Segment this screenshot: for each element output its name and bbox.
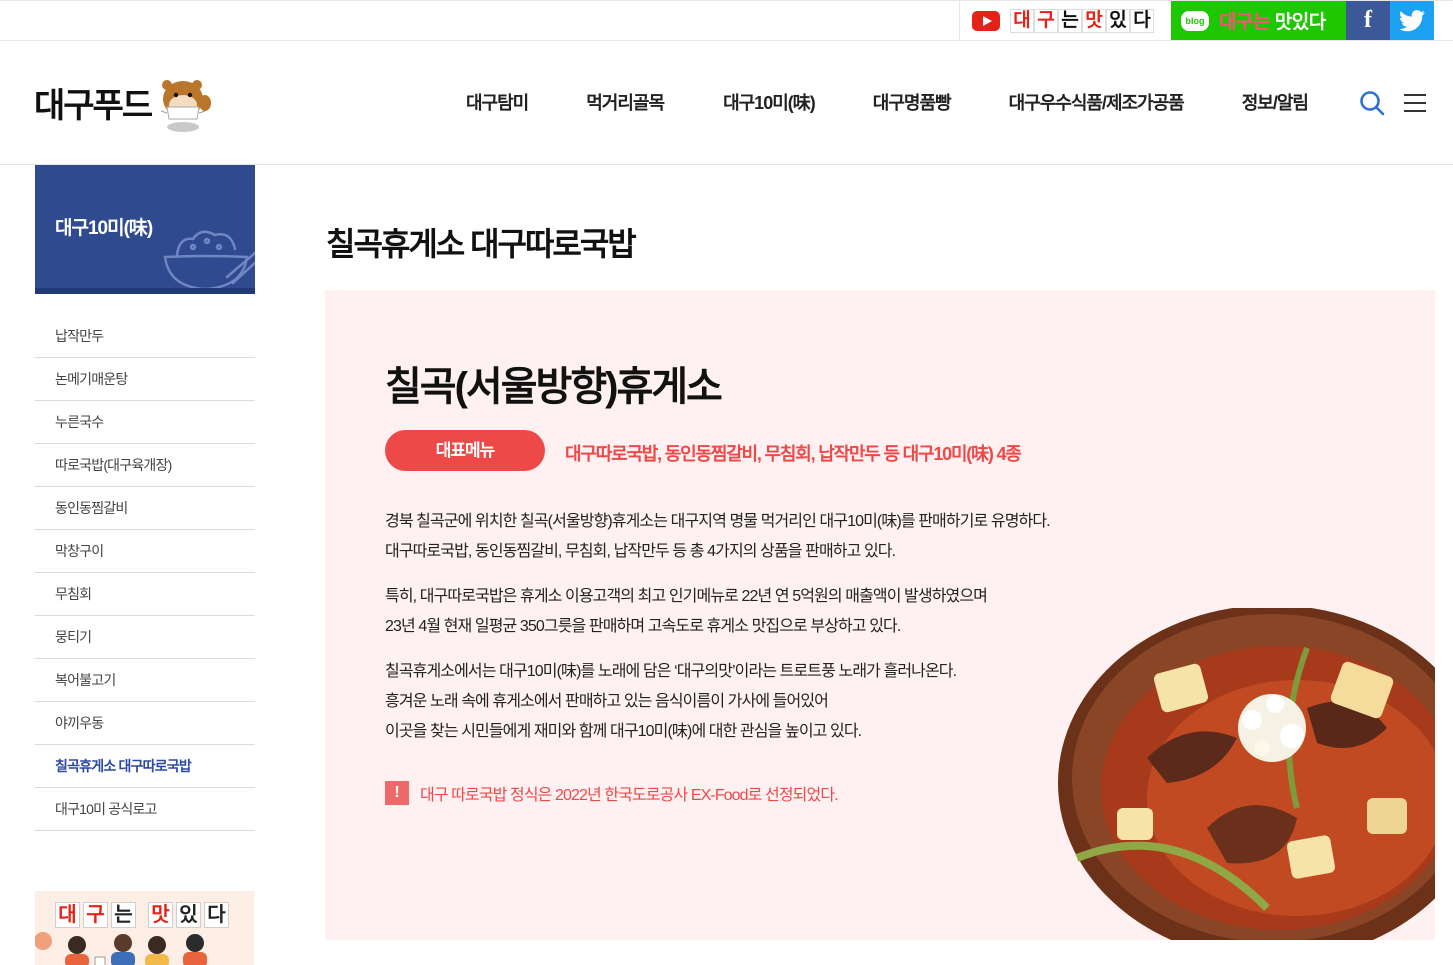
sidebar-item-napjak-mandu[interactable]: 납작만두 xyxy=(35,315,255,358)
banner-char: 다 xyxy=(204,902,229,928)
paragraph-line: 칠곡휴게소에서는 대구10미(味)를 노래에 담은 ‘대구의맛’이라는 트로트풍… xyxy=(385,663,957,680)
sidebar-section-header: 대구10미(味) xyxy=(35,165,255,294)
side-promo-banner[interactable]: 대 구 는 맛 있 다 xyxy=(35,891,254,965)
paragraph-line: 23년 4월 현재 일평균 350그릇을 판매하며 고속도로 휴게소 맛집으로 … xyxy=(385,618,901,635)
sidebar-item-mungtigi[interactable]: 뭉티기 xyxy=(35,616,255,659)
rice-bowl-icon xyxy=(163,230,255,288)
site-header: 대구푸드 대구탐미 먹거리골목 대구10미(味) 대구명품빵 대구우수식품/제조… xyxy=(0,41,1453,165)
page-title: 칠곡휴게소 대구따로국밥 xyxy=(326,226,637,262)
youtube-char: 있 xyxy=(1106,8,1130,33)
youtube-icon xyxy=(972,10,1000,31)
sidebar-item-nureun-guksu[interactable]: 누른국수 xyxy=(35,401,255,444)
sidebar-item-ttaro-gukbap[interactable]: 따로국밥(대구육개장) xyxy=(35,444,255,487)
signature-menu-list: 대구따로국밥, 동인동찜갈비, 무침회, 납작만두 등 대구10미(味) 4종 xyxy=(565,444,1022,464)
banner-char: 는 xyxy=(111,902,136,928)
paragraph-line: 대구따로국밥, 동인동찜갈비, 무침회, 납작만두 등 총 4가지의 상품을 판… xyxy=(385,543,896,560)
youtube-char: 대 xyxy=(1010,8,1034,33)
otter-mascot-icon xyxy=(160,80,212,132)
sidebar-item-chilgok-rest-area[interactable]: 칠곡휴게소 대구따로국밥 xyxy=(35,745,255,788)
logo-text: 대구푸드 xyxy=(34,86,153,125)
youtube-char: 맛 xyxy=(1082,8,1106,33)
gukbap-soup-bowl-image xyxy=(1058,608,1435,940)
banner-char: 구 xyxy=(83,902,108,928)
nav-excellent-foods[interactable]: 대구우수식품/제조가공품 xyxy=(1009,89,1185,115)
blog-name-white: 맛있다 xyxy=(1269,12,1326,33)
paragraph-line: 경북 칠곡군에 위치한 칠곡(서울방향)휴게소는 대구지역 명물 먹거리인 대구… xyxy=(385,513,1051,530)
award-note-text: 대구 따로국밥 정식은 2022년 한국도로공사 EX-Food로 선정되었다. xyxy=(420,787,839,804)
youtube-link[interactable]: 대 구 는 맛 있 다 xyxy=(959,1,1171,40)
sidebar-item-makchang-gui[interactable]: 막창구이 xyxy=(35,530,255,573)
blog-icon: blog xyxy=(1181,10,1209,31)
twitter-icon[interactable] xyxy=(1390,1,1434,40)
youtube-char: 다 xyxy=(1130,8,1154,33)
youtube-char: 구 xyxy=(1034,8,1058,33)
paragraph-line: 특히, 대구따로국밥은 휴게소 이용고객의 최고 인기메뉴로 22년 연 5억원… xyxy=(385,588,988,605)
signature-menu-badge: 대표메뉴 xyxy=(385,430,545,471)
award-note: ! 대구 따로국밥 정식은 2022년 한국도로공사 EX-Food로 선정되었… xyxy=(385,781,839,805)
facebook-icon[interactable]: f xyxy=(1346,1,1390,40)
hamburger-menu-icon[interactable] xyxy=(1404,94,1426,112)
paragraph-line: 이곳을 찾는 시민들에게 재미와 함께 대구10미(味)에 대한 관심을 높이고… xyxy=(385,723,862,740)
rest-area-info-panel: 칠곡(서울방향)휴게소 대표메뉴 대구따로국밥, 동인동찜갈비, 무침회, 납작… xyxy=(325,290,1435,940)
blog-link[interactable]: blog 대구는 맛있다 xyxy=(1171,1,1346,40)
alert-icon: ! xyxy=(385,781,409,805)
banner-char: 대 xyxy=(55,902,80,928)
blog-name-pink: 대구는 xyxy=(1219,12,1270,33)
nav-daegu-10mi[interactable]: 대구10미(味) xyxy=(723,89,816,115)
youtube-channel-name: 대 구 는 맛 있 다 xyxy=(1010,8,1154,33)
banner-title: 대 구 는 맛 있 다 xyxy=(55,902,232,928)
nav-food-alley[interactable]: 먹거리골목 xyxy=(586,89,665,115)
description-paragraph: 경북 칠곡군에 위치한 칠곡(서울방향)휴게소는 대구지역 명물 먹거리인 대구… xyxy=(385,507,1051,567)
search-icon[interactable] xyxy=(1359,90,1385,116)
top-utility-bar: 대 구 는 맛 있 다 blog 대구는 맛있다 f xyxy=(0,0,1453,41)
sidebar-item-muchimhoe[interactable]: 무침회 xyxy=(35,573,255,616)
banner-people-illustration xyxy=(35,932,207,965)
sidebar-item-yakki-udong[interactable]: 야끼우동 xyxy=(35,702,255,745)
youtube-char: 는 xyxy=(1058,8,1082,33)
description-paragraph: 칠곡휴게소에서는 대구10미(味)를 노래에 담은 ‘대구의맛’이라는 트로트풍… xyxy=(385,657,957,747)
sidebar-item-official-logo[interactable]: 대구10미 공식로고 xyxy=(35,788,255,831)
main-navigation: 대구탐미 먹거리골목 대구10미(味) 대구명품빵 대구우수식품/제조가공품 정… xyxy=(466,89,1309,115)
nav-famous-bread[interactable]: 대구명품빵 xyxy=(873,89,952,115)
sidebar-item-dongin-jjimgalbi[interactable]: 동인동찜갈비 xyxy=(35,487,255,530)
sidebar-item-nonmegi-maeuntang[interactable]: 논메기매운탕 xyxy=(35,358,255,401)
sidebar-section-title: 대구10미(味) xyxy=(55,218,153,239)
sidebar-item-bogeo-bulgogi[interactable]: 복어불고기 xyxy=(35,659,255,702)
nav-info-notice[interactable]: 정보/알림 xyxy=(1242,89,1309,115)
site-logo[interactable]: 대구푸드 xyxy=(34,71,213,133)
sidebar-menu: 납작만두 논메기매운탕 누른국수 따로국밥(대구육개장) 동인동찜갈비 막창구이… xyxy=(35,315,255,831)
rest-area-heading: 칠곡(서울방향)휴게소 xyxy=(385,365,723,409)
paragraph-line: 흥겨운 노래 속에 휴게소에서 판매하고 있는 음식이름이 가사에 들어있어 xyxy=(385,693,829,710)
banner-char: 맛 xyxy=(148,902,173,928)
banner-char: 있 xyxy=(176,902,201,928)
nav-daegu-tammi[interactable]: 대구탐미 xyxy=(466,89,529,115)
description-paragraph: 특히, 대구따로국밥은 휴게소 이용고객의 최고 인기메뉴로 22년 연 5억원… xyxy=(385,582,988,642)
blog-name: 대구는 맛있다 xyxy=(1219,7,1326,34)
